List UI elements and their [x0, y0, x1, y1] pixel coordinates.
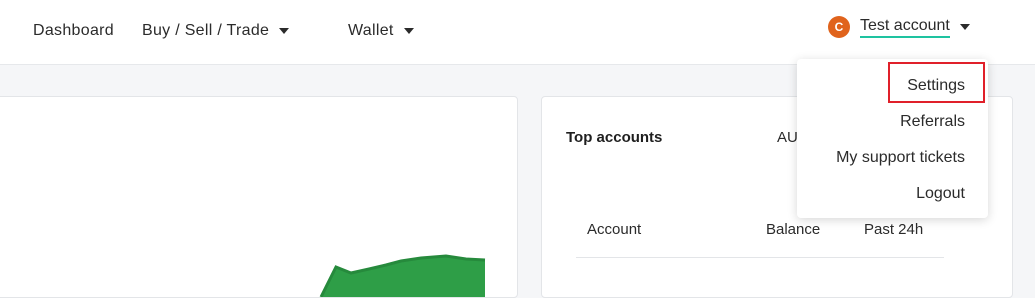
caret-down-icon	[403, 28, 414, 34]
menu-item-logout[interactable]: Logout	[916, 185, 965, 203]
caret-down-icon	[279, 28, 290, 34]
account-dropdown-menu: Settings Referrals My support tickets Lo…	[797, 59, 988, 218]
menu-item-settings[interactable]: Settings	[907, 77, 965, 95]
column-header-balance: Balance	[766, 221, 821, 238]
table-divider	[576, 257, 944, 258]
currency-logo-icon: C	[834, 20, 844, 34]
currency-selector[interactable]: AU	[777, 129, 798, 146]
top-accounts-title: Top accounts	[566, 129, 663, 146]
top-navbar: Dashboard Buy / Sell / Trade Wallet C Te…	[0, 0, 1035, 65]
area-chart	[319, 254, 486, 297]
chart-card	[0, 96, 518, 298]
menu-item-referrals[interactable]: Referrals	[900, 113, 965, 131]
caret-down-icon	[959, 24, 970, 30]
nav-buy-sell-trade-label: Buy / Sell / Trade	[142, 22, 270, 39]
column-header-past-24h: Past 24h	[864, 221, 924, 238]
nav-dashboard[interactable]: Dashboard	[33, 22, 114, 40]
nav-wallet-label: Wallet	[348, 22, 394, 39]
account-menu-toggle[interactable]: C Test account	[828, 16, 970, 38]
account-label: Test account	[860, 17, 950, 38]
nav-wallet[interactable]: Wallet	[348, 22, 414, 40]
menu-item-support-tickets[interactable]: My support tickets	[836, 149, 965, 167]
nav-buy-sell-trade[interactable]: Buy / Sell / Trade	[142, 22, 290, 40]
nav-dashboard-label: Dashboard	[33, 22, 114, 39]
avatar: C	[828, 16, 850, 38]
column-header-account: Account	[587, 221, 642, 238]
